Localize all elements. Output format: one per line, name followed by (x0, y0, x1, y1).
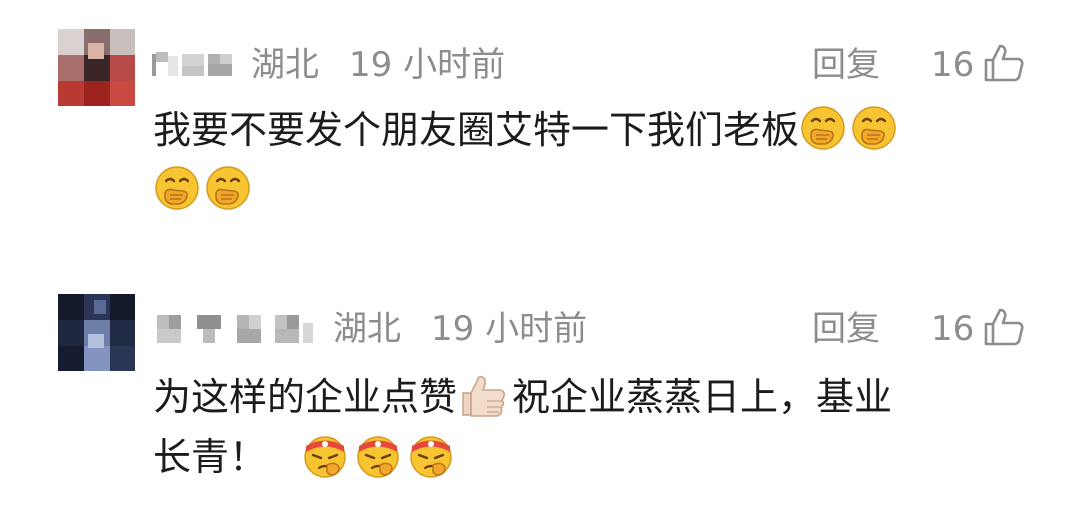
comment-text-line-2 (153, 164, 255, 216)
comment-location: 湖北 (333, 309, 401, 349)
determined-face-headband-emoji (301, 431, 349, 479)
thumbs-up-outline-icon[interactable] (982, 41, 1026, 85)
comment-text: 长青！ (153, 435, 268, 479)
face-with-hand-over-mouth-emoji (153, 164, 201, 212)
face-with-hand-over-mouth-emoji (204, 164, 252, 212)
reply-button[interactable]: 回复 (812, 45, 880, 85)
comment-time: 19 小时前 (349, 45, 506, 85)
face-with-hand-over-mouth-emoji (850, 104, 898, 152)
username-mosaic[interactable] (157, 313, 317, 343)
comment-location: 湖北 (251, 45, 319, 85)
thumbs-up-emoji (457, 371, 509, 419)
username-mosaic[interactable] (152, 50, 236, 80)
avatar[interactable] (58, 294, 135, 371)
comment-time: 19 小时前 (431, 309, 588, 349)
comment-item: 湖北 19 小时前 回复 16 为这样的企业点赞 祝企业蒸蒸日上，基业 长青！ (0, 260, 1080, 519)
comment-text-line-1: 我要不要发个朋友圈艾特一下我们老板 (153, 104, 901, 156)
reply-button[interactable]: 回复 (812, 309, 880, 349)
face-with-hand-over-mouth-emoji (799, 104, 847, 152)
avatar[interactable] (58, 29, 135, 106)
comment-text-line-1: 为这样的企业点赞 祝企业蒸蒸日上，基业 (153, 371, 892, 423)
determined-face-headband-emoji (354, 431, 402, 479)
thumbs-up-outline-icon[interactable] (982, 305, 1026, 349)
comment-text: 祝企业蒸蒸日上，基业 (512, 375, 893, 419)
comment-text-line-2: 长青！ (153, 431, 458, 483)
comment-text: 我要不要发个朋友圈艾特一下我们老板 (153, 108, 800, 152)
comment-item: 湖北 19 小时前 回复 16 我要不要发个朋友圈艾特一下我们老板 (0, 0, 1080, 260)
like-count: 16 (931, 309, 975, 349)
comment-text: 为这样的企业点赞 (153, 375, 458, 419)
determined-face-headband-emoji (407, 431, 455, 479)
like-count: 16 (931, 45, 975, 85)
